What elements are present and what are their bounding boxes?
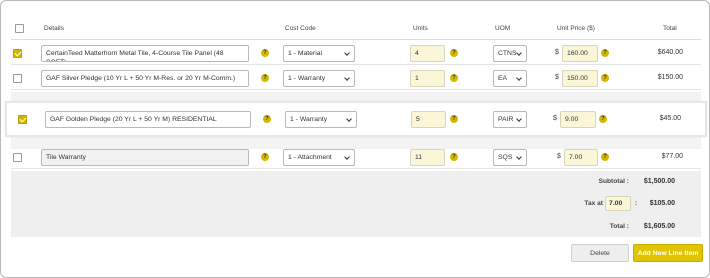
details-input[interactable]: CertainTeed Matterhorn Metal Tile, 4-Cou…: [41, 45, 249, 62]
uom-select[interactable]: PAIR: [493, 111, 527, 128]
help-icon[interactable]: ?: [601, 153, 609, 161]
line-items-panel: Details Cost Code Units UOM Unit Price (…: [0, 0, 710, 278]
help-icon[interactable]: ?: [601, 49, 609, 57]
tax-rate-input[interactable]: 7.00: [605, 196, 631, 211]
currency-symbol: $: [555, 74, 559, 81]
row-checkbox[interactable]: [13, 153, 22, 162]
units-input[interactable]: 1: [410, 70, 445, 87]
uom-select[interactable]: CTNS: [493, 45, 527, 62]
row-checkbox[interactable]: [18, 115, 27, 124]
cost-code-select[interactable]: 1 - Material: [283, 45, 355, 62]
cost-code-select[interactable]: 1 - Warranty: [283, 70, 355, 87]
tax-value: $105.00: [649, 200, 675, 207]
help-icon[interactable]: ?: [261, 74, 269, 82]
header-cost-code: Cost Code: [285, 25, 316, 32]
details-input[interactable]: GAF Silver Pledge (10 Yr L + 50 Yr M-Res…: [41, 70, 249, 87]
help-icon[interactable]: ?: [450, 115, 458, 123]
currency-symbol: $: [553, 115, 557, 122]
help-icon[interactable]: ?: [261, 153, 269, 161]
currency-symbol: $: [555, 49, 559, 56]
help-icon[interactable]: ?: [450, 74, 458, 82]
units-input[interactable]: 5: [411, 111, 446, 128]
help-icon[interactable]: ?: [450, 153, 458, 161]
header-details: Details: [44, 25, 64, 32]
units-input[interactable]: 11: [410, 149, 445, 166]
totals-summary: Subtotal : $1,500.00 Tax at 7.00 : $105.…: [11, 171, 701, 237]
row-checkbox[interactable]: [13, 49, 22, 58]
header-unit-price: Unit Price ($): [557, 25, 595, 32]
unit-price-input[interactable]: 160.00: [562, 45, 598, 62]
unit-price-input[interactable]: 9.00: [560, 111, 596, 128]
delete-button[interactable]: Delete: [571, 244, 629, 262]
details-input[interactable]: GAF Golden Pledge (20 Yr L + 50 Yr M) RE…: [45, 111, 251, 128]
subtotal-label: Subtotal :: [598, 178, 629, 185]
units-input[interactable]: 4: [410, 45, 445, 62]
help-icon[interactable]: ?: [261, 49, 269, 57]
dragged-row[interactable]: GAF Golden Pledge (20 Yr L + 50 Yr M) RE…: [5, 101, 707, 137]
help-icon[interactable]: ?: [599, 115, 607, 123]
select-all-checkbox[interactable]: [15, 24, 24, 33]
unit-price-input[interactable]: 150.00: [562, 70, 598, 87]
cost-code-select[interactable]: 1 - Attachment: [283, 149, 355, 166]
row-total: $150.00: [657, 74, 683, 81]
subtotal-value: $1,500.00: [643, 178, 675, 185]
header-total: Total: [663, 25, 677, 32]
help-icon[interactable]: ?: [450, 49, 458, 57]
unit-price-input[interactable]: 7.00: [564, 149, 598, 166]
help-icon[interactable]: ?: [601, 74, 609, 82]
grand-total-value: $1,605.00: [643, 223, 675, 230]
row-total: $640.00: [657, 49, 683, 56]
row-total: $45.00: [659, 115, 681, 122]
table-header: Details Cost Code Units UOM Unit Price (…: [11, 15, 701, 40]
details-input[interactable]: Tile Warranty: [41, 149, 249, 166]
cost-code-select[interactable]: 1 - Warranty: [285, 111, 357, 128]
add-line-item-button[interactable]: Add New Line Item: [633, 244, 703, 262]
table-row: CertainTeed Matterhorn Metal Tile, 4-Cou…: [11, 42, 701, 65]
help-icon[interactable]: ?: [263, 115, 271, 123]
tax-label: Tax at: [584, 200, 603, 207]
table-row: GAF Silver Pledge (10 Yr L + 50 Yr M-Res…: [11, 67, 701, 90]
header-uom: UOM: [495, 25, 511, 32]
currency-symbol: $: [557, 153, 561, 160]
row-total: $77.00: [661, 153, 683, 160]
uom-select[interactable]: EA: [493, 70, 527, 87]
table-row: Tile Warranty ? 1 - Attachment 11 ? SQS …: [11, 146, 701, 169]
header-units: Units: [413, 25, 428, 32]
total-label: Total :: [609, 223, 629, 230]
row-checkbox[interactable]: [13, 74, 22, 83]
uom-select[interactable]: SQS: [493, 149, 527, 166]
